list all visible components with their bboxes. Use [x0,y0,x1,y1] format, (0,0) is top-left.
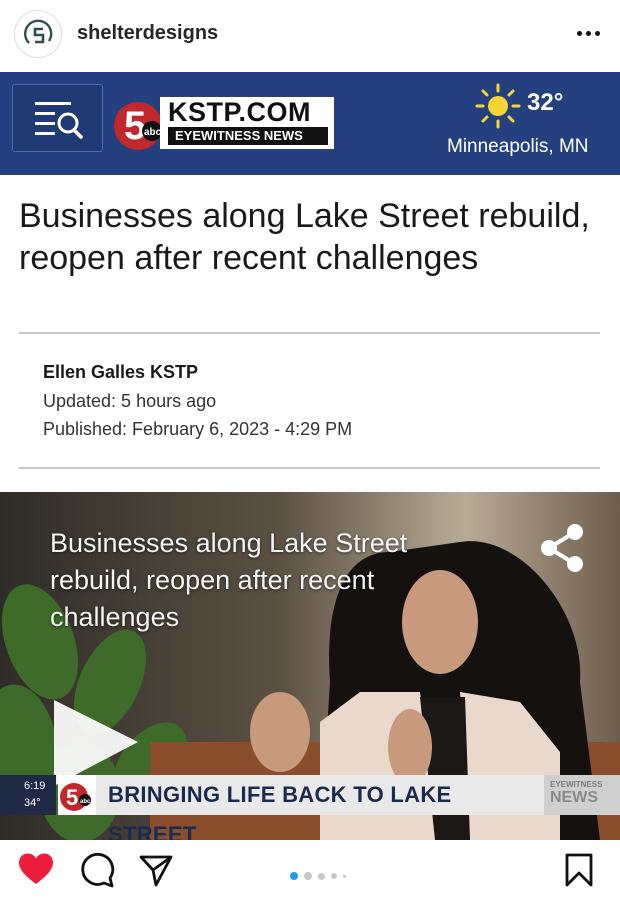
article-updated: Updated: 5 hours ago [43,391,217,411]
lower-third-time-temp: 6:19 34° [0,775,56,815]
more-options-icon [576,30,582,36]
heart-icon[interactable] [18,852,54,888]
divider [19,332,600,334]
carousel-dot [304,872,312,880]
post-media: 5 abc KSTP.COM EYEWITNESS NEWS 32° Minne… [0,72,620,840]
video-title: Businesses along Lake Street rebuild, re… [50,528,408,632]
comment-icon[interactable] [79,852,115,888]
location: Minneapolis, MN [447,136,589,157]
lower-third: 6:19 34° 5 abc BRINGING LIFE BACK TO LAK… [0,775,620,840]
article-headline: Businesses along Lake Street rebuild, re… [19,197,590,277]
article-published: Published: February 6, 2023 - 4:29 PM [43,419,353,439]
lower-third-brand-small: EYEWITNESS [550,780,603,789]
shelterdesigns-logo-icon [24,19,53,44]
video-player[interactable]: Businesses along Lake Street rebuild, re… [0,492,620,840]
lower-third-headline: BRINGING LIFE BACK TO LAKE STREET [96,775,544,840]
carousel-indicator [290,871,346,881]
logo-tagline: EYEWITNESS NEWS [168,127,328,145]
logo-numeral: 5 [124,104,146,148]
lower-third-time: 6:19 [24,780,46,792]
lower-third-temp: 34° [24,797,41,809]
site-header: 5 abc KSTP.COM EYEWITNESS NEWS 32° Minne… [0,72,620,175]
lower-third-brand: EYEWITNESS NEWS [544,775,620,815]
lower-third-brand-large: NEWS [550,789,598,806]
temperature: 32° [527,89,564,116]
more-options-button[interactable] [574,26,602,40]
post-header: shelterdesigns [0,0,620,72]
send-icon[interactable] [138,852,174,888]
carousel-dot [331,873,337,879]
post-action-bar [0,840,620,897]
menu-search-icon [35,102,83,139]
channel-5-icon: 5 abc [58,775,96,815]
logo-site-name: KSTP.COM [168,97,312,127]
article-author: Ellen Galles KSTP [43,362,199,382]
svg-text:5: 5 [66,785,78,810]
carousel-dot [318,872,325,880]
bookmark-icon[interactable] [562,852,598,888]
menu-search-button[interactable] [12,84,103,152]
divider [19,467,600,469]
carousel-dot [343,874,346,878]
svg-text:abc: abc [80,799,91,805]
share-icon[interactable] [537,522,587,574]
avatar[interactable] [14,10,62,58]
kstp-logo[interactable]: 5 abc KSTP.COM EYEWITNESS NEWS [110,93,334,151]
carousel-dot-active [290,872,298,880]
username[interactable]: shelterdesigns [77,22,218,45]
sun-icon [475,83,521,129]
